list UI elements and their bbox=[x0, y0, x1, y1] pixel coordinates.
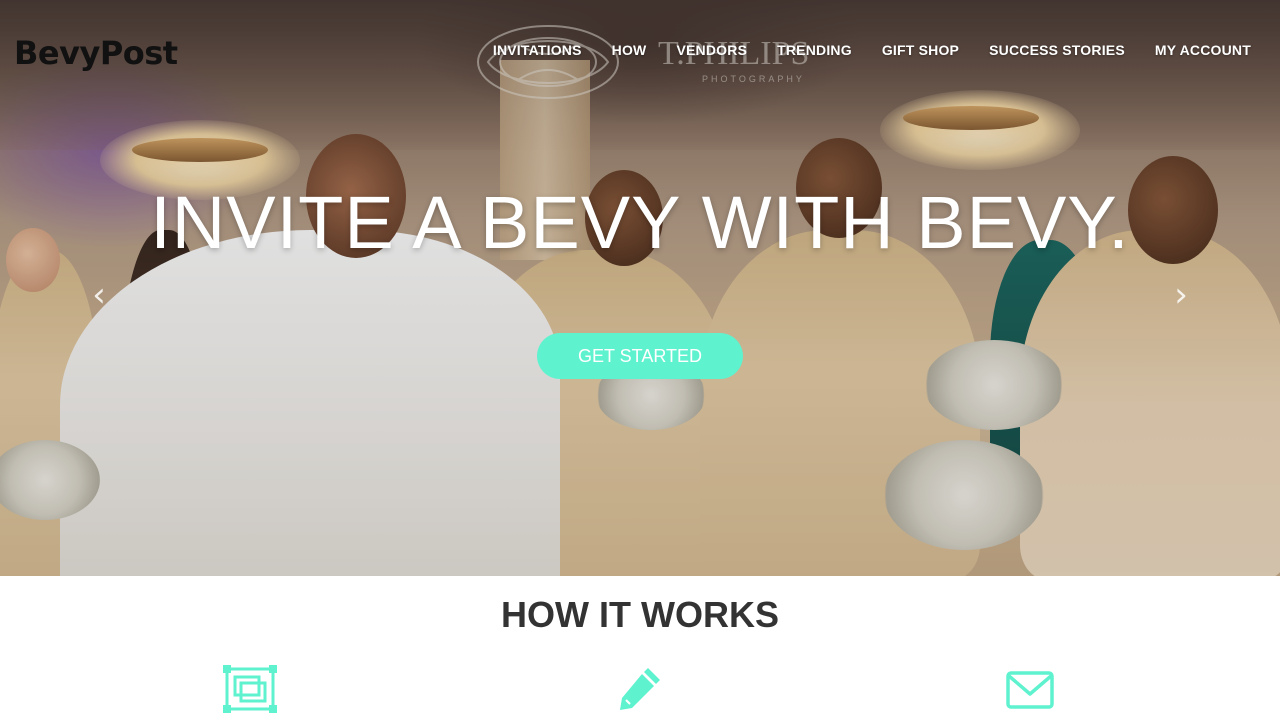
nav-item-how[interactable]: HOW bbox=[612, 42, 647, 58]
nav-item-my-account[interactable]: MY ACCOUNT bbox=[1155, 42, 1251, 58]
nav-item-trending[interactable]: TRENDING bbox=[777, 42, 852, 58]
nav-item-success-stories[interactable]: SUCCESS STORIES bbox=[989, 42, 1125, 58]
hero-carousel: T.PHILIPS PHOTOGRAPHY bbox=[0, 0, 1280, 576]
template-icon bbox=[222, 664, 278, 714]
get-started-button[interactable]: GET STARTED bbox=[537, 333, 743, 379]
envelope-icon bbox=[1005, 670, 1055, 710]
hero-headline: INVITE A BEVY WITH BEVY. bbox=[150, 181, 1130, 264]
how-it-works-title: HOW IT WORKS bbox=[501, 594, 779, 635]
nav-item-gift-shop[interactable]: GIFT SHOP bbox=[882, 42, 959, 58]
chevron-left-icon[interactable]: ‹ bbox=[84, 278, 114, 312]
brand-logo[interactable]: BevyPost bbox=[14, 34, 178, 72]
nav-item-vendors[interactable]: VENDORS bbox=[676, 42, 747, 58]
nav-item-invitations[interactable]: INVITATIONS bbox=[493, 42, 582, 58]
pencil-icon bbox=[618, 666, 662, 712]
hero-overlay bbox=[0, 0, 1280, 576]
chevron-right-icon[interactable]: › bbox=[1166, 278, 1196, 312]
main-navigation: INVITATIONS HOW VENDORS TRENDING GIFT SH… bbox=[463, 42, 1251, 58]
